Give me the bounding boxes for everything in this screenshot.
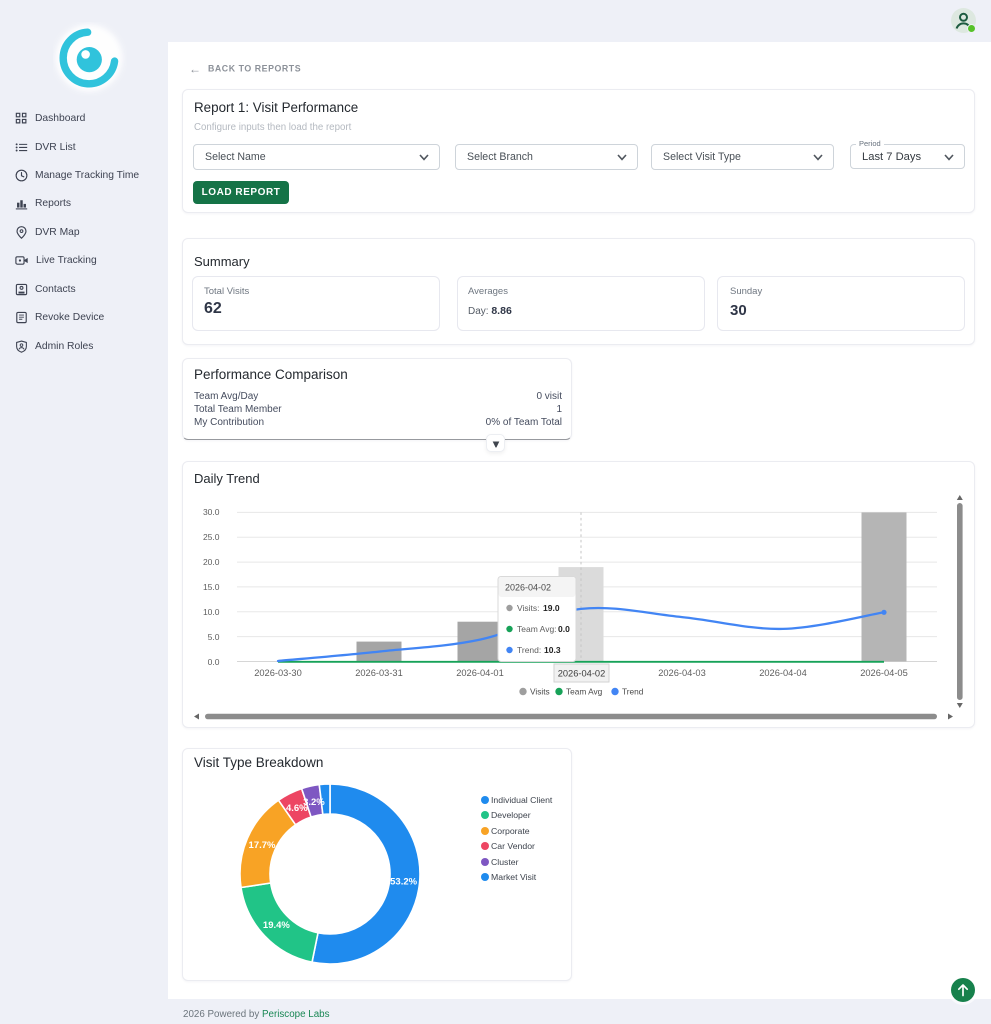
svg-text:15.0: 15.0 — [203, 582, 220, 592]
svg-text:10.0: 10.0 — [203, 607, 220, 617]
svg-text:2026-03-31: 2026-03-31 — [355, 668, 403, 678]
svg-text:2026-04-04: 2026-04-04 — [759, 668, 807, 678]
svg-text:17.7%: 17.7% — [249, 840, 276, 851]
svg-text:10.3: 10.3 — [544, 645, 561, 655]
svg-text:Visits: Visits — [530, 687, 550, 697]
svg-text:0.0: 0.0 — [558, 624, 570, 634]
svg-text:5.0: 5.0 — [208, 632, 220, 642]
svg-text:3.2%: 3.2% — [303, 797, 325, 808]
svg-text:20.0: 20.0 — [203, 557, 220, 567]
svg-text:Visits:: Visits: — [517, 603, 540, 613]
svg-text:Team Avg: Team Avg — [566, 687, 603, 697]
svg-text:19.4%: 19.4% — [263, 920, 290, 931]
svg-text:2026-04-02: 2026-04-02 — [558, 669, 606, 679]
svg-text:0.0: 0.0 — [208, 657, 220, 667]
svg-text:2026-04-02: 2026-04-02 — [505, 583, 551, 593]
svg-text:2026-04-01: 2026-04-01 — [456, 668, 504, 678]
svg-text:53.2%: 53.2% — [390, 876, 417, 887]
svg-text:Trend:: Trend: — [517, 645, 541, 655]
svg-text:30.0: 30.0 — [203, 507, 220, 517]
svg-text:2026-04-05: 2026-04-05 — [860, 668, 908, 678]
svg-text:Team Avg:: Team Avg: — [517, 624, 557, 634]
svg-text:2026-04-03: 2026-04-03 — [658, 668, 706, 678]
svg-text:Trend: Trend — [622, 687, 644, 697]
svg-text:25.0: 25.0 — [203, 532, 220, 542]
svg-text:19.0: 19.0 — [543, 603, 560, 613]
svg-text:2026-03-30: 2026-03-30 — [254, 668, 302, 678]
